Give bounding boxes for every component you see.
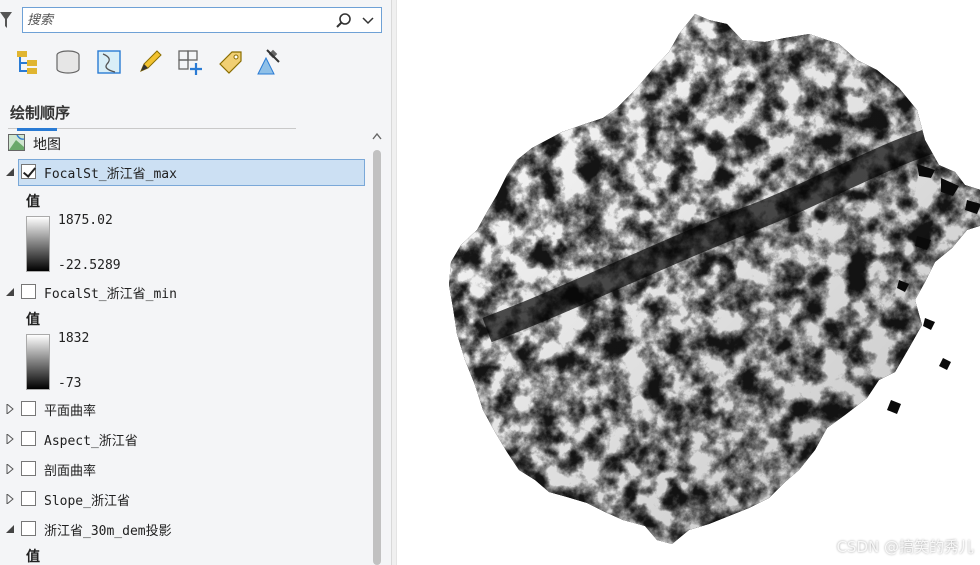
layer-visibility-checkbox[interactable] bbox=[21, 461, 36, 476]
search-input[interactable] bbox=[27, 10, 327, 30]
filter-icon[interactable] bbox=[0, 10, 14, 30]
layer-visibility-checkbox[interactable] bbox=[21, 284, 36, 299]
legend-low-value: -73 bbox=[58, 376, 82, 391]
layer-tree: 地图 FocalSt_浙江省_max 值 1875.02 -22.5289 Fo… bbox=[0, 128, 370, 565]
layer-visibility-checkbox[interactable] bbox=[21, 491, 36, 506]
dem-raster bbox=[449, 14, 980, 544]
list-by-drawing-order-icon[interactable] bbox=[12, 46, 42, 78]
layer-label: 平面曲率 bbox=[44, 404, 97, 419]
layer-visibility-checkbox[interactable] bbox=[21, 164, 36, 179]
layer-item-dem-projected[interactable]: 浙江省_30m_dem投影 bbox=[0, 516, 368, 542]
expand-triangle-icon[interactable] bbox=[5, 494, 15, 504]
legend-high-value: 1832 bbox=[58, 331, 90, 346]
map-icon bbox=[8, 134, 25, 151]
map-label: 地图 bbox=[33, 137, 61, 153]
section-title: 绘制顺序 bbox=[10, 104, 71, 122]
layer-visibility-checkbox[interactable] bbox=[21, 431, 36, 446]
layer-label: Aspect_浙江省 bbox=[44, 434, 138, 449]
layer-item-plan-curvature[interactable]: 平面曲率 bbox=[0, 396, 368, 422]
search-icon[interactable] bbox=[335, 12, 353, 30]
legend-ramp bbox=[26, 334, 50, 390]
expand-triangle-icon[interactable] bbox=[5, 434, 15, 444]
collapse-triangle-icon[interactable] bbox=[5, 524, 15, 534]
legend-high-value: 1875.02 bbox=[58, 213, 113, 228]
list-by-data-source-icon[interactable] bbox=[53, 46, 83, 78]
layer-label: 浙江省_30m_dem投影 bbox=[44, 524, 172, 539]
list-by-editing-icon[interactable] bbox=[135, 46, 165, 78]
list-by-selection-icon[interactable] bbox=[94, 46, 124, 78]
list-by-perspective-imagery-icon[interactable] bbox=[255, 46, 285, 78]
scroll-up-arrow-icon[interactable] bbox=[372, 132, 382, 140]
contents-pane: 绘制顺序 地图 FocalSt_浙江省_max 值 1875.02 -22.52… bbox=[0, 0, 391, 565]
layer-item-profile-curvature[interactable]: 剖面曲率 bbox=[0, 456, 368, 482]
search-box[interactable] bbox=[22, 7, 382, 33]
layer-item-slope[interactable]: Slope_浙江省 bbox=[0, 486, 368, 512]
chevron-down-icon[interactable] bbox=[361, 13, 375, 27]
legend-title: 值 bbox=[26, 312, 40, 328]
layer-label: 剖面曲率 bbox=[44, 464, 97, 479]
layer-label: FocalSt_浙江省_max bbox=[44, 167, 177, 182]
expand-triangle-icon[interactable] bbox=[5, 404, 15, 414]
layer-label: Slope_浙江省 bbox=[44, 494, 130, 509]
map-root-item[interactable]: 地图 bbox=[0, 128, 368, 154]
layer-item-focalst-min[interactable]: FocalSt_浙江省_min bbox=[0, 279, 368, 305]
map-view[interactable]: CSDN @搞笑的秀儿 bbox=[397, 0, 980, 565]
expand-triangle-icon[interactable] bbox=[5, 464, 15, 474]
legend-low-value: -22.5289 bbox=[58, 258, 121, 273]
list-by-labeling-icon[interactable] bbox=[215, 46, 245, 78]
watermark: CSDN @搞笑的秀儿 bbox=[836, 538, 974, 556]
collapse-triangle-icon[interactable] bbox=[5, 167, 15, 177]
collapse-triangle-icon[interactable] bbox=[5, 287, 15, 297]
tree-scrollbar[interactable] bbox=[369, 128, 385, 565]
layer-visibility-checkbox[interactable] bbox=[21, 521, 36, 536]
layer-item-focalst-max[interactable]: FocalSt_浙江省_max bbox=[0, 159, 368, 186]
layer-item-aspect[interactable]: Aspect_浙江省 bbox=[0, 426, 368, 452]
layer-visibility-checkbox[interactable] bbox=[21, 401, 36, 416]
legend-title: 值 bbox=[26, 194, 40, 210]
legend-ramp bbox=[26, 216, 50, 272]
scroll-thumb[interactable] bbox=[373, 150, 381, 565]
contents-toolbar bbox=[8, 44, 296, 131]
legend-title: 值 bbox=[26, 549, 40, 565]
layer-label: FocalSt_浙江省_min bbox=[44, 287, 177, 302]
list-by-snapping-icon[interactable] bbox=[175, 46, 205, 78]
